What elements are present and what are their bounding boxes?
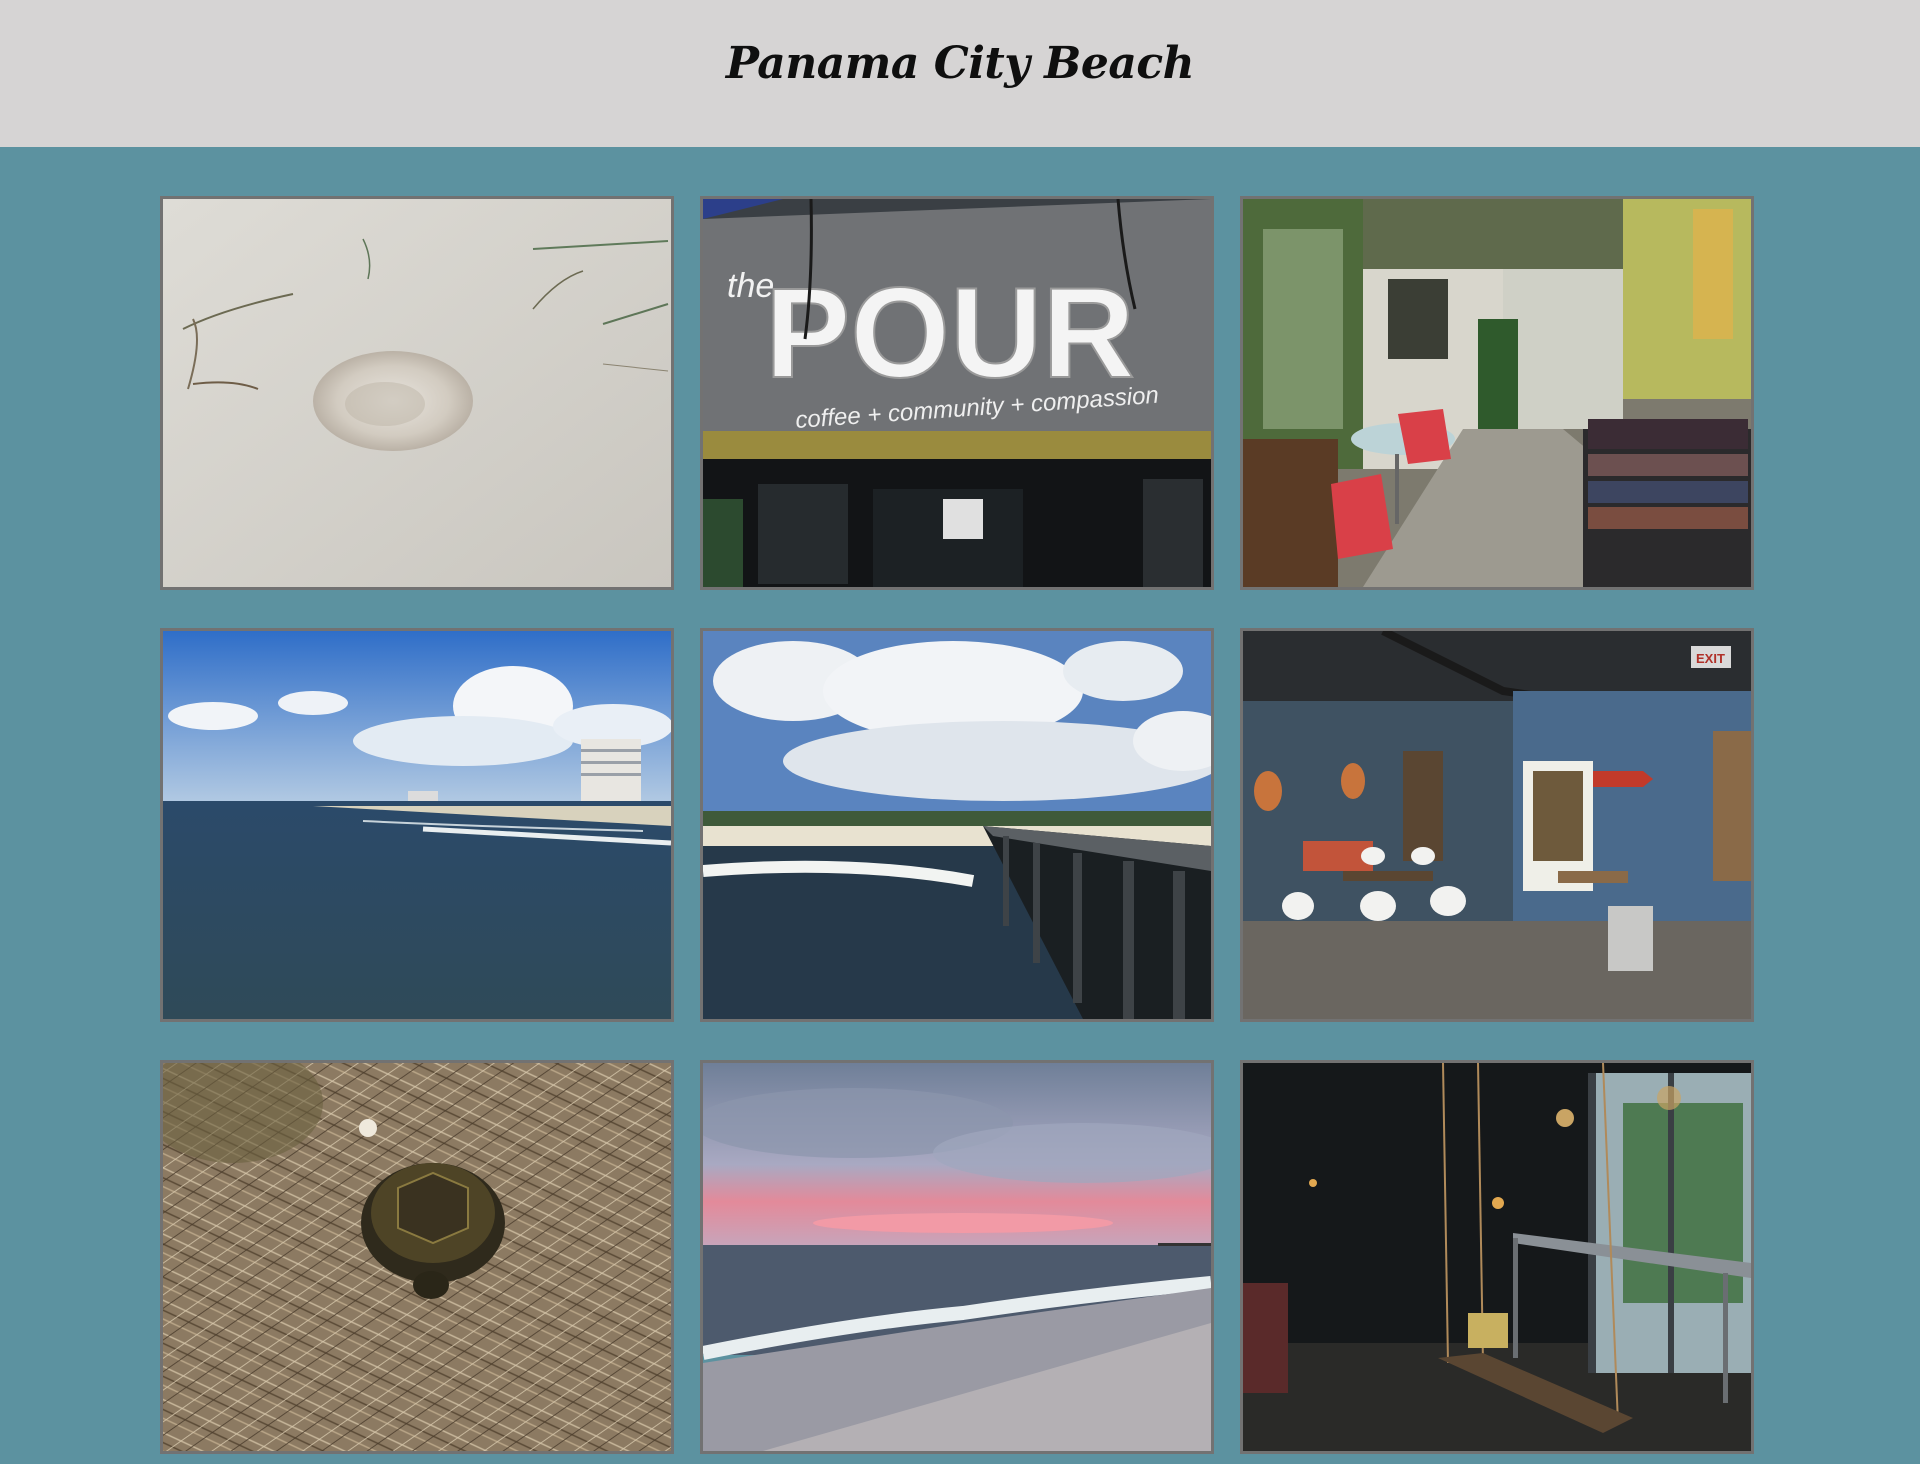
photo-dark-lounge[interactable] <box>1240 1060 1754 1454</box>
jellyfish-image <box>163 199 671 587</box>
pier-image <box>703 631 1211 1019</box>
lounge-image <box>1243 1063 1751 1451</box>
sunset-image <box>703 1063 1211 1451</box>
page-title: Panama City Beach <box>725 38 1195 89</box>
patio-image <box>1243 199 1751 587</box>
photo-gallery: the POUR coffee + community + compassion <box>160 196 1754 1454</box>
photo-coffee-shop-interior[interactable]: EXIT <box>1240 628 1754 1022</box>
photo-jellyfish-on-sand[interactable] <box>160 196 674 590</box>
page: Panama City Beach the POUR coffee + comm… <box>0 0 1922 1464</box>
photo-the-pour-storefront[interactable]: the POUR coffee + community + compassion <box>700 196 1214 590</box>
shoreline-image <box>163 631 671 1019</box>
site-header: Panama City Beach <box>0 0 1920 147</box>
photo-fishing-pier[interactable] <box>700 628 1214 1022</box>
interior-image: EXIT <box>1243 631 1751 1019</box>
exit-sign-text: EXIT <box>1696 651 1725 666</box>
photo-sunset[interactable] <box>700 1060 1214 1454</box>
pour-storefront-image: the POUR coffee + community + compassion <box>703 199 1211 587</box>
sign-big-word: POUR <box>765 262 1135 405</box>
turtle-image <box>163 1063 671 1451</box>
photo-turtle[interactable] <box>160 1060 674 1454</box>
photo-gulf-shoreline[interactable] <box>160 628 674 1022</box>
photo-coffee-shop-patio[interactable] <box>1240 196 1754 590</box>
